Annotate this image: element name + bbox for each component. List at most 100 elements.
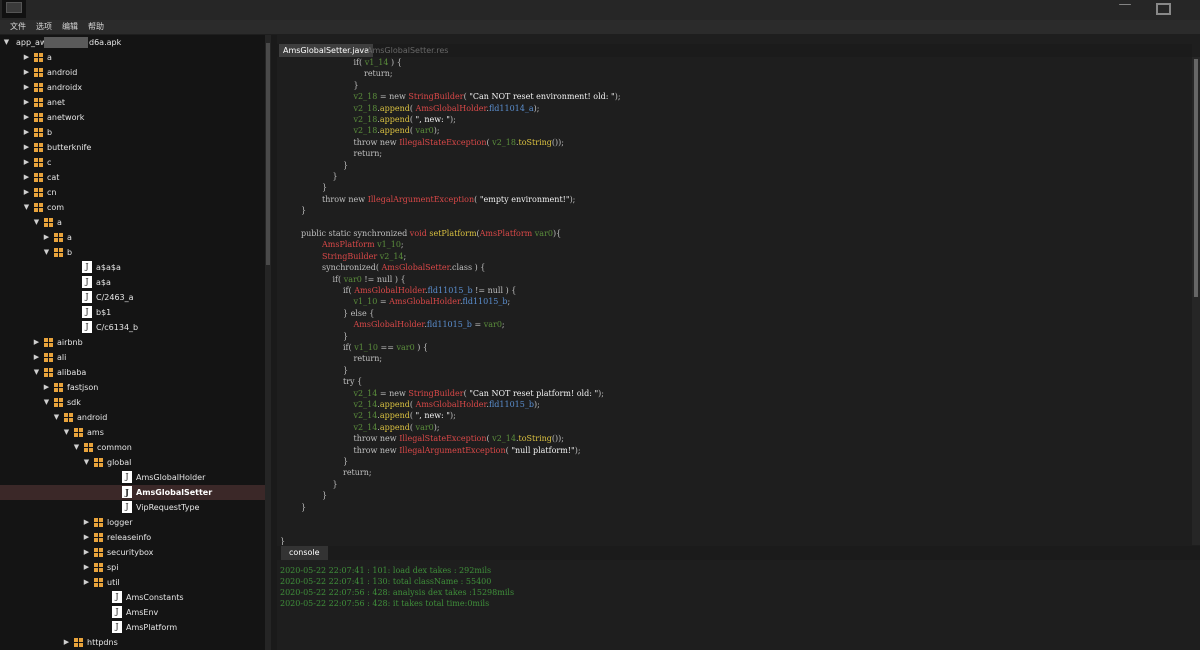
chevron-right-icon[interactable]: ▶ [32,335,41,350]
tree-item-android[interactable]: ▶ android [0,65,265,80]
chevron-right-icon[interactable]: ▶ [22,65,31,80]
package-icon [64,413,73,422]
chevron-right-icon[interactable]: ▶ [22,95,31,110]
chevron-down-icon[interactable]: ▼ [72,440,81,455]
tab-amsglobalsetter-res[interactable]: AmsGlobalSetter.res [363,44,452,57]
code-token: v2_18 [353,126,378,136]
file-tree-scroll-thumb[interactable] [266,43,270,265]
tree-item-amsplatform[interactable]: J AmsPlatform [0,620,265,635]
tree-item-a-a[interactable]: Ja$a [0,275,265,290]
chevron-right-icon[interactable]: ▶ [82,530,91,545]
tree-item-amsglobalsetter[interactable]: J AmsGlobalSetter [0,485,265,500]
tree-item-cat[interactable]: ▶ cat [0,170,265,185]
tree-item-spi[interactable]: ▶ spi [0,560,265,575]
chevron-right-icon[interactable]: ▶ [82,560,91,575]
tree-item-label: butterknife [47,143,92,152]
tree-item-amsconstants[interactable]: J AmsConstants [0,590,265,605]
menu-edit[interactable]: 编辑 [62,21,78,33]
menu-options[interactable]: 选项 [36,21,52,33]
chevron-down-icon[interactable]: ▼ [62,425,71,440]
tree-item-b[interactable]: ▼ b [0,245,265,260]
tree-item-ams[interactable]: ▼ ams [0,425,265,440]
code-line: return; [364,68,393,80]
chevron-down-icon[interactable]: ▼ [2,35,11,50]
tree-item-securitybox[interactable]: ▶ securitybox [0,545,265,560]
tree-item-global[interactable]: ▼ global [0,455,265,470]
tree-item-label: AmsPlatform [126,623,178,632]
code-scrollbar[interactable] [1192,57,1200,545]
tree-item-a[interactable]: ▼ a [0,215,265,230]
tree-item-httpdns[interactable]: ▶ httpdns [0,635,265,650]
tree-item-anetwork[interactable]: ▶ anetwork [0,110,265,125]
chevron-down-icon[interactable]: ▼ [32,215,41,230]
tree-item-logger[interactable]: ▶ logger [0,515,265,530]
chevron-right-icon[interactable]: ▶ [22,110,31,125]
tree-item-com[interactable]: ▼ com [0,200,265,215]
tree-item-common[interactable]: ▼ common [0,440,265,455]
tree-item-fastjson[interactable]: ▶ fastjson [0,380,265,395]
chevron-down-icon[interactable]: ▼ [42,245,51,260]
tree-item-releaseinfo[interactable]: ▶ releaseinfo [0,530,265,545]
tree-item-a-a-a[interactable]: Ja$a$a [0,260,265,275]
code-token: append [379,400,410,409]
tree-item-ali[interactable]: ▶ ali [0,350,265,365]
tab-amsglobalsetter-java[interactable]: AmsGlobalSetter.java [279,44,374,57]
code-token: } [332,172,338,181]
chevron-right-icon[interactable]: ▶ [82,515,91,530]
tree-item-util[interactable]: ▶ util [0,575,265,590]
tree-item-c[interactable]: ▶ c [0,155,265,170]
chevron-right-icon[interactable]: ▶ [22,155,31,170]
tree-item-anet[interactable]: ▶ anet [0,95,265,110]
minimize-button[interactable]: — [1110,0,1140,18]
code-token: v1_10 [354,343,378,352]
tree-item-sdk[interactable]: ▼ sdk [0,395,265,410]
chevron-right-icon[interactable]: ▶ [82,545,91,560]
tree-item-label: AmsGlobalHolder [136,473,206,482]
chevron-right-icon[interactable]: ▶ [62,635,71,650]
code-line: synchronized( AmsGlobalSetter.class ) { [322,262,485,274]
tree-item-butterknife[interactable]: ▶ butterknife [0,140,265,155]
chevron-down-icon[interactable]: ▼ [52,410,61,425]
chevron-right-icon[interactable]: ▶ [22,185,31,200]
chevron-right-icon[interactable]: ▶ [42,380,51,395]
chevron-right-icon[interactable]: ▶ [22,125,31,140]
code-token: ); [433,126,440,136]
tree-item-viprequesttype[interactable]: J VipRequestType [0,500,265,515]
chevron-down-icon[interactable]: ▼ [22,200,31,215]
menu-file[interactable]: 文件 [10,21,26,33]
tree-item-androidx[interactable]: ▶ androidx [0,80,265,95]
tree-item-amsglobalholder[interactable]: J AmsGlobalHolder [0,470,265,485]
tree-item-alibaba[interactable]: ▼ alibaba [0,365,265,380]
maximize-button[interactable] [1148,0,1178,18]
chevron-down-icon[interactable]: ▼ [82,455,91,470]
tree-item-b[interactable]: ▶ b [0,125,265,140]
chevron-right-icon[interactable]: ▶ [22,50,31,65]
tree-item-c-2463-a[interactable]: J C/2463_a [0,290,265,305]
tree-item-a[interactable]: ▶ a [0,230,265,245]
tree-item-app-aw[interactable]: ▼ app_aw d6a.apk [0,35,265,50]
tree-item-a[interactable]: ▶ a [0,50,265,65]
menu-help[interactable]: 帮助 [88,21,104,33]
code-editor[interactable]: if( v1_14 ) {return;} v2_18 = new StringB… [277,57,1192,545]
chevron-right-icon[interactable]: ▶ [22,170,31,185]
code-line: throw new IllegalArgumentException( "emp… [322,194,575,206]
tree-item-amsenv[interactable]: J AmsEnv [0,605,265,620]
chevron-down-icon[interactable]: ▼ [42,395,51,410]
code-token: = [377,297,390,307]
tree-item-airbnb[interactable]: ▶ airbnb [0,335,265,350]
tab-console[interactable]: console [281,546,328,560]
code-token: setPlatform [429,229,477,238]
chevron-right-icon[interactable]: ▶ [42,230,51,245]
code-token: return; [353,149,383,159]
tree-item-b-1[interactable]: Jb$1 [0,305,265,320]
chevron-right-icon[interactable]: ▶ [22,140,31,155]
tree-item-android[interactable]: ▼ android [0,410,265,425]
code-line: if( v1_10 == var0 ) { [343,342,428,354]
tree-item-cn[interactable]: ▶ cn [0,185,265,200]
chevron-right-icon[interactable]: ▶ [82,575,91,590]
chevron-right-icon[interactable]: ▶ [22,80,31,95]
tree-item-c-c6134-b[interactable]: J C/c6134_b [0,320,265,335]
chevron-down-icon[interactable]: ▼ [32,365,41,380]
chevron-right-icon[interactable]: ▶ [32,350,41,365]
code-scroll-thumb[interactable] [1194,59,1198,297]
